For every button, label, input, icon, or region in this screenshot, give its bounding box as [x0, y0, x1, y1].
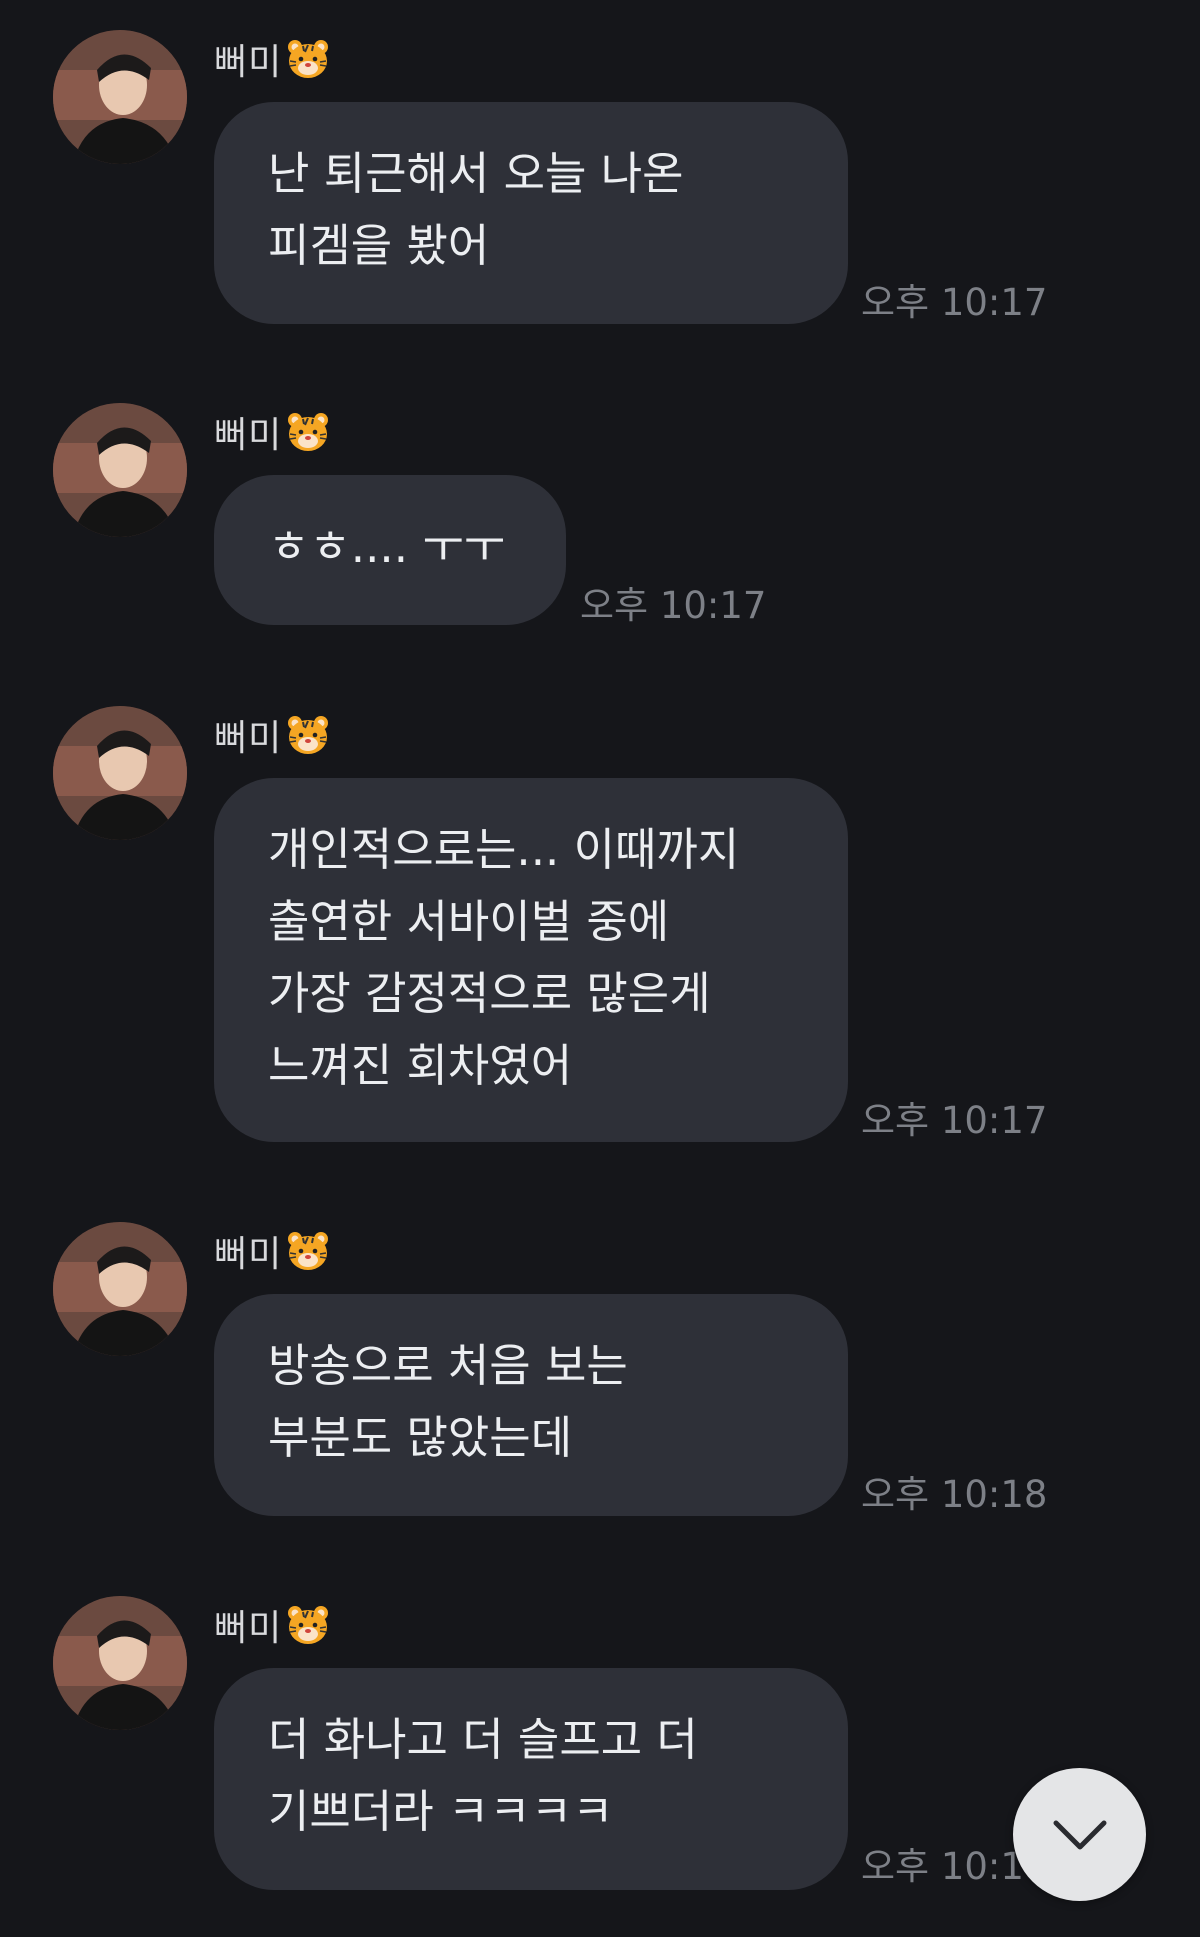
message-bubble[interactable]: 난 퇴근해서 오늘 나온 피겜을 봤어 [214, 102, 848, 324]
timestamp: 오후 10:17 [861, 281, 1048, 324]
sender-name: 뻐미 [214, 1600, 330, 1650]
message-text: 난 퇴근해서 오늘 나온 [268, 147, 684, 200]
avatar[interactable] [53, 1596, 187, 1730]
message-text: 방송으로 처음 보는 [268, 1339, 628, 1392]
message-text: 피겜을 봤어 [268, 219, 490, 272]
avatar[interactable] [53, 30, 187, 164]
timestamp: 오후 10:1 [861, 1845, 1024, 1888]
chevron-down-icon [1053, 1820, 1106, 1849]
message-text: 가장 감정적으로 많은게 [268, 967, 711, 1020]
message-text: 부분도 많았는데 [268, 1411, 573, 1464]
scroll-to-bottom-button[interactable] [1013, 1768, 1146, 1901]
message-bubble[interactable]: 개인적으로는... 이때까지 출연한 서바이벌 중에 가장 감정적으로 많은게 … [214, 778, 848, 1142]
message-text: 개인적으로는... 이때까지 [268, 823, 740, 876]
message-text: 출연한 서바이벌 중에 [268, 895, 670, 948]
timestamp: 오후 10:18 [861, 1473, 1048, 1516]
message-text: ㅎㅎ.... ㅜㅜ [268, 520, 506, 573]
avatar[interactable] [53, 706, 187, 840]
message-text: 느껴진 회차였어 [268, 1039, 573, 1092]
message-bubble[interactable]: ㅎㅎ.... ㅜㅜ [214, 475, 566, 625]
timestamp: 오후 10:17 [580, 584, 767, 627]
sender-name: 뻐미 [214, 407, 330, 457]
tiger-face-icon [286, 1229, 330, 1273]
tiger-face-icon [286, 713, 330, 757]
message-text: 기쁘더라 ㅋㅋㅋㅋ [268, 1785, 614, 1838]
sender-name: 뻐미 [214, 34, 330, 84]
message-bubble[interactable]: 방송으로 처음 보는 부분도 많았는데 [214, 1294, 848, 1516]
message-text: 더 화나고 더 슬프고 더 [268, 1713, 698, 1766]
timestamp: 오후 10:17 [861, 1099, 1048, 1142]
avatar[interactable] [53, 403, 187, 537]
message-bubble[interactable]: 더 화나고 더 슬프고 더 기쁘더라 ㅋㅋㅋㅋ [214, 1668, 848, 1890]
tiger-face-icon [286, 1603, 330, 1647]
sender-name: 뻐미 [214, 710, 330, 760]
avatar[interactable] [53, 1222, 187, 1356]
tiger-face-icon [286, 410, 330, 454]
sender-name: 뻐미 [214, 1226, 330, 1276]
tiger-face-icon [286, 37, 330, 81]
